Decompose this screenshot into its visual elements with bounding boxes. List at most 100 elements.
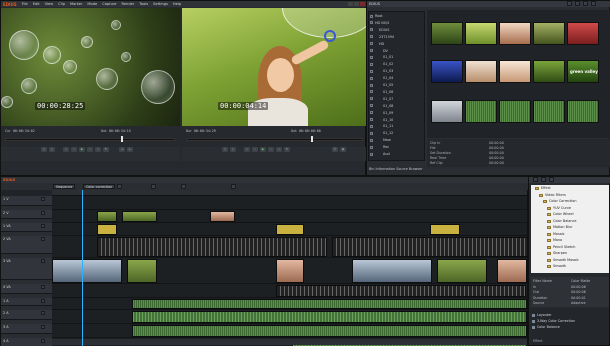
- effect-item[interactable]: Color Wheel: [553, 212, 574, 216]
- effect-item[interactable]: Mosaic: [553, 232, 565, 236]
- search-icon[interactable]: [575, 1, 580, 6]
- folder-item[interactable]: 01_02: [383, 62, 393, 66]
- lock-icon[interactable]: [41, 224, 45, 228]
- recorder-scrub-bar[interactable]: [5, 138, 175, 141]
- lock-icon[interactable]: [41, 311, 45, 315]
- menu-clip[interactable]: Clip: [58, 2, 65, 6]
- applied-effect-item[interactable]: Color Balance: [537, 325, 560, 329]
- ripple-icon[interactable]: [117, 184, 122, 189]
- audio-clip-thumbnail[interactable]: [465, 100, 497, 123]
- folder-expand-icon[interactable]: [370, 28, 373, 32]
- timeline-scrollbar[interactable]: [52, 339, 527, 345]
- folder-expand-icon[interactable]: [370, 131, 373, 135]
- timeline-clip[interactable]: [352, 259, 432, 283]
- applied-effect-item[interactable]: 3-Way Color Correction: [537, 319, 575, 323]
- folder-icon[interactable]: [547, 265, 551, 268]
- render-icon[interactable]: ◉: [340, 147, 346, 152]
- folder-item[interactable]: 01_09: [383, 111, 393, 115]
- folder-expand-icon[interactable]: [370, 138, 373, 142]
- effect-item[interactable]: Color Correction: [549, 199, 576, 203]
- folder-item[interactable]: Root: [375, 14, 383, 18]
- menu-capture[interactable]: Capture: [102, 2, 116, 6]
- step-back-icon[interactable]: ‹: [71, 147, 77, 152]
- folder-item[interactable]: 01_11: [383, 124, 393, 128]
- fast-forward-icon[interactable]: »: [95, 147, 101, 152]
- marker-icon[interactable]: [181, 184, 186, 189]
- snap-icon[interactable]: [151, 184, 156, 189]
- folder-icon[interactable]: [539, 193, 543, 197]
- folder-item[interactable]: 01_01: [383, 55, 393, 59]
- clip-thumbnail[interactable]: green valley: [567, 60, 599, 83]
- folder-icon[interactable]: [547, 206, 551, 210]
- track-header[interactable]: 1 V: [1, 196, 52, 206]
- timeline-clip[interactable]: [97, 224, 117, 235]
- folder-item[interactable]: 01_05: [383, 83, 393, 87]
- effect-list-icon[interactable]: [541, 177, 546, 182]
- view-icon[interactable]: [583, 1, 588, 6]
- effect-item[interactable]: Smooth: [553, 264, 566, 268]
- checkbox[interactable]: [532, 326, 535, 329]
- delete-icon[interactable]: [591, 1, 596, 6]
- folder-item[interactable]: 01_08: [383, 104, 393, 108]
- clip-thumbnail[interactable]: [499, 60, 531, 83]
- track-header[interactable]: 3 A: [1, 324, 52, 334]
- folder-icon[interactable]: [543, 200, 547, 203]
- export-icon[interactable]: ⎘: [332, 147, 338, 152]
- recorder-scrub-handle[interactable]: [121, 136, 123, 142]
- bin-footer-tabs[interactable]: Bin Information Source Browser: [369, 167, 423, 171]
- track-header[interactable]: 1 A: [1, 298, 52, 306]
- folder-expand-icon[interactable]: [370, 62, 373, 66]
- clip-thumbnail[interactable]: [431, 22, 463, 45]
- recorder-preview[interactable]: 00:00:28:25: [1, 8, 180, 126]
- menu-file[interactable]: File: [22, 2, 28, 6]
- folder-item[interactable]: 01_03: [383, 69, 393, 73]
- timeline-clip[interactable]: [430, 224, 460, 235]
- effect-item[interactable]: Sharpen: [553, 251, 567, 255]
- folder-item[interactable]: Mow: [383, 138, 391, 142]
- folder-item[interactable]: 01_06: [383, 90, 393, 94]
- folder-item[interactable]: EDIUS: [379, 28, 389, 32]
- clip-thumbnail[interactable]: [431, 100, 463, 123]
- folder-expand-icon[interactable]: [370, 55, 373, 59]
- timeline-clip[interactable]: [97, 237, 327, 257]
- lock-icon[interactable]: [41, 237, 45, 241]
- mark-in-icon[interactable]: {: [222, 147, 228, 152]
- rewind-icon[interactable]: «: [244, 147, 250, 152]
- folder-item[interactable]: Rec: [383, 145, 389, 149]
- lock-icon[interactable]: [41, 285, 45, 289]
- minimize-icon[interactable]: [348, 1, 353, 6]
- program-preview[interactable]: 00:00:04:14: [182, 8, 367, 126]
- effect-tree-icon[interactable]: [533, 177, 538, 182]
- effect-item[interactable]: Video Filters: [545, 193, 566, 197]
- timeline-clip[interactable]: [210, 211, 235, 222]
- folder-icon[interactable]: [547, 239, 551, 242]
- maximize-icon[interactable]: [354, 1, 359, 6]
- timeline-clip[interactable]: [276, 285, 526, 297]
- folder-expand-icon[interactable]: [370, 83, 373, 87]
- program-scrub-handle[interactable]: [311, 136, 313, 142]
- clip-thumbnail[interactable]: [499, 22, 531, 45]
- folder-icon[interactable]: [547, 232, 551, 236]
- timeline-clip[interactable]: [52, 259, 122, 283]
- timeline-clip[interactable]: [332, 237, 527, 257]
- clip-thumbnail[interactable]: [465, 60, 497, 83]
- lock-icon[interactable]: [41, 211, 45, 215]
- timeline-clip[interactable]: [437, 259, 487, 283]
- folder-icon[interactable]: [567, 1, 572, 6]
- mark-in-icon[interactable]: {: [41, 147, 47, 152]
- folder-expand-icon[interactable]: [370, 97, 373, 101]
- folder-item[interactable]: 01_04: [383, 76, 393, 80]
- folder-expand-icon[interactable]: [370, 49, 373, 52]
- folder-icon[interactable]: [547, 219, 551, 223]
- timeline-clip[interactable]: [276, 259, 304, 283]
- program-scrub-bar[interactable]: [187, 138, 363, 141]
- effect-item[interactable]: Pencil Sketch: [553, 245, 575, 249]
- menu-settings[interactable]: Settings: [153, 2, 168, 6]
- timeline-clip[interactable]: [97, 211, 117, 222]
- track-area[interactable]: [52, 196, 527, 346]
- play-icon[interactable]: ▶: [260, 147, 266, 152]
- track-header[interactable]: 2 VA: [1, 236, 52, 254]
- folder-expand-icon[interactable]: [370, 124, 373, 128]
- effect-info-icon[interactable]: [549, 177, 554, 182]
- lock-icon[interactable]: [41, 339, 45, 343]
